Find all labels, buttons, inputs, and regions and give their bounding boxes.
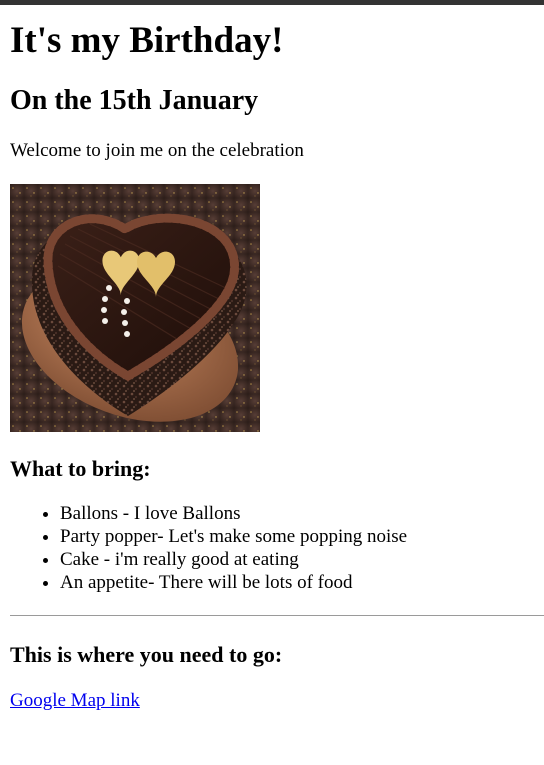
divider [10, 615, 544, 616]
list-item: An appetite- There will be lots of food [60, 571, 544, 594]
list-item: Ballons - I love Ballons [60, 502, 544, 525]
welcome-text: Welcome to join me on the celebration [10, 140, 304, 161]
where-heading: This is where you need to go: [10, 642, 283, 667]
bring-list: Ballons - I love Ballons Party popper- L… [10, 502, 544, 594]
list-item: Cake - i'm really good at eating [60, 548, 544, 571]
page: It's my Birthday! On the 15th January We… [0, 19, 544, 712]
bring-heading: What to bring: [10, 456, 151, 481]
page-title: It's my Birthday! [10, 20, 284, 61]
google-map-link[interactable]: Google Map link [10, 690, 140, 712]
list-item: Party popper- Let's make some popping no… [60, 525, 544, 548]
date-heading: On the 15th January [10, 85, 259, 116]
cake-image [10, 184, 260, 432]
